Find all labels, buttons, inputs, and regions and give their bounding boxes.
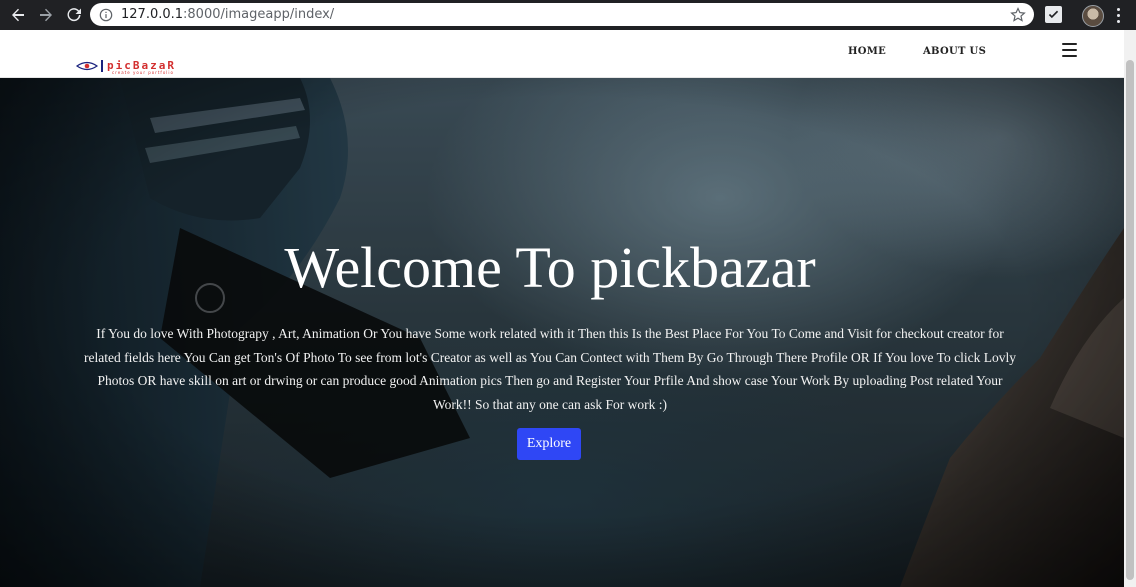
logo-tagline: create your portfolio bbox=[112, 70, 174, 75]
star-icon[interactable] bbox=[1010, 6, 1026, 23]
explore-button[interactable]: Explore bbox=[517, 428, 581, 460]
forward-arrow-icon[interactable] bbox=[34, 3, 58, 27]
url-path: :8000/imageapp/index/ bbox=[183, 7, 335, 22]
url-text[interactable]: 127.0.0.1:8000/imageapp/index/ bbox=[121, 7, 1010, 22]
menu-dots-icon[interactable] bbox=[1110, 6, 1126, 24]
logo-divider bbox=[101, 60, 103, 72]
scrollbar-thumb[interactable] bbox=[1126, 60, 1134, 580]
hamburger-icon[interactable] bbox=[1062, 43, 1077, 57]
browser-toolbar: 127.0.0.1:8000/imageapp/index/ bbox=[0, 0, 1136, 30]
url-host: 127.0.0.1 bbox=[121, 7, 184, 22]
site-logo[interactable]: picBazaR create your portfolio bbox=[76, 57, 226, 75]
hero-title: Welcome To pickbazar bbox=[284, 235, 816, 300]
nav-home-link[interactable]: HOME bbox=[848, 46, 886, 57]
hero-description: If You do love With Photograpy , Art, An… bbox=[84, 326, 1016, 412]
hero-section: Welcome To pickbazar If You do love With… bbox=[0, 78, 1124, 587]
nav-about-us-link[interactable]: ABOUT US bbox=[923, 46, 986, 57]
info-icon[interactable] bbox=[99, 8, 113, 22]
address-bar[interactable]: 127.0.0.1:8000/imageapp/index/ bbox=[90, 3, 1034, 26]
site-header: picBazaR create your portfolio HOME ABOU… bbox=[0, 30, 1124, 78]
logo-eye-icon bbox=[76, 61, 98, 71]
extension-check-icon[interactable] bbox=[1045, 6, 1062, 23]
profile-avatar-icon[interactable] bbox=[1082, 5, 1104, 27]
page-scrollbar[interactable] bbox=[1124, 30, 1136, 587]
back-arrow-icon[interactable] bbox=[6, 3, 30, 27]
reload-icon[interactable] bbox=[62, 3, 86, 27]
